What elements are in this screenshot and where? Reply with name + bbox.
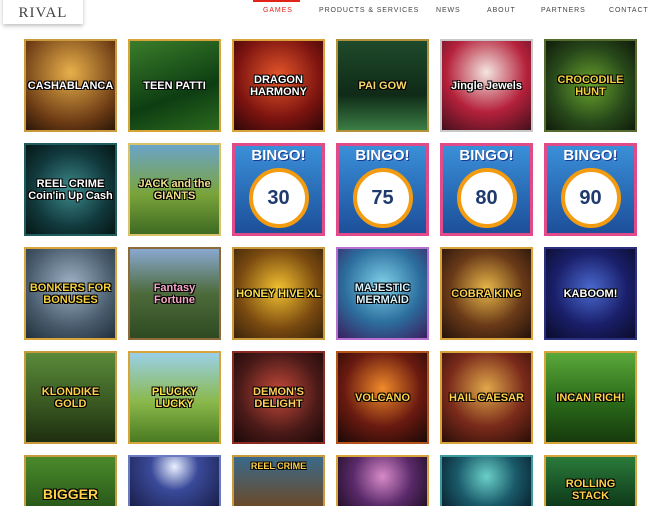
game-tile-row5-2[interactable]: [128, 455, 221, 506]
game-tile-majestic-mermaid[interactable]: MAJESTIC MERMAID: [336, 247, 429, 340]
bingo-title: BINGO!: [251, 147, 306, 164]
game-title: INCAN RICH!: [556, 391, 625, 404]
game-tile-bingo-90[interactable]: BINGO! 90: [544, 143, 637, 236]
game-tile-bingo-30[interactable]: BINGO! 30: [232, 143, 325, 236]
game-title: BONKERS FOR BONUSES: [29, 281, 112, 306]
game-title: ROLLING STACK: [565, 478, 616, 502]
game-tile-cobra-king[interactable]: COBRA KING: [440, 247, 533, 340]
bingo-title: BINGO!: [355, 147, 410, 164]
bingo-number: 75: [371, 186, 394, 209]
bingo-ball: 80: [456, 168, 517, 228]
game-title: [485, 480, 489, 484]
game-tile-kaboom[interactable]: KABOOM!: [544, 247, 637, 340]
game-title: PAI GOW: [358, 79, 407, 92]
game-title: KLONDIKE GOLD: [41, 385, 100, 410]
game-title: Jingle Jewels: [451, 79, 522, 92]
game-title: VOLCANO: [355, 391, 410, 404]
game-title: DRAGON HARMONY: [250, 73, 307, 98]
game-title: CROCODILE HUNT: [557, 73, 624, 98]
game-title: Fantasy Fortune: [153, 281, 196, 306]
game-title: [381, 480, 385, 484]
bingo-ball: 90: [560, 168, 621, 228]
game-title: JACK and the GIANTS: [138, 177, 211, 202]
game-title: HAIL CAESAR: [449, 391, 524, 404]
bingo-number: 30: [267, 186, 290, 209]
game-title: [173, 480, 177, 484]
game-tile-reel-crime[interactable]: REEL CRIME: [232, 455, 325, 506]
game-title: REEL CRIME Coin'in Up Cash: [28, 177, 113, 202]
game-tile-bingo-75[interactable]: BINGO! 75: [336, 143, 429, 236]
game-tile-bingo-80[interactable]: BINGO! 80: [440, 143, 533, 236]
game-title: PLUCKY LUCKY: [151, 385, 198, 410]
game-title: REEL CRIME: [250, 461, 307, 471]
game-tile-fantasy-fortune[interactable]: Fantasy Fortune: [128, 247, 221, 340]
game-tile-reel-crime-coinin-up-cash[interactable]: REEL CRIME Coin'in Up Cash: [24, 143, 117, 236]
game-title: MAJESTIC MERMAID: [354, 281, 411, 306]
game-tile-cashablanca[interactable]: CASHABLANCA: [24, 39, 117, 132]
bingo-number: 90: [579, 186, 602, 209]
game-tile-bonkers-for-bonuses[interactable]: BONKERS FOR BONUSES: [24, 247, 117, 340]
game-tile-row5-4[interactable]: [336, 455, 429, 506]
bingo-title: BINGO!: [563, 147, 618, 164]
game-tile-dragon-harmony[interactable]: DRAGON HARMONY: [232, 39, 325, 132]
game-tile-demons-delight[interactable]: DEMON'S DELIGHT: [232, 351, 325, 444]
game-title: COBRA KING: [451, 287, 522, 300]
game-tile-klondike-gold[interactable]: KLONDIKE GOLD: [24, 351, 117, 444]
game-tile-crocodile-hunt[interactable]: CROCODILE HUNT: [544, 39, 637, 132]
bingo-title: BINGO!: [459, 147, 514, 164]
game-tile-volcano[interactable]: VOLCANO: [336, 351, 429, 444]
game-tile-row5-5[interactable]: [440, 455, 533, 506]
game-tile-bigger[interactable]: BIGGER: [24, 455, 117, 506]
game-tile-pai-gow[interactable]: PAI GOW: [336, 39, 429, 132]
game-title: BIGGER: [42, 486, 99, 502]
game-tile-incan-rich[interactable]: INCAN RICH!: [544, 351, 637, 444]
game-tile-rolling-stack[interactable]: ROLLING STACK: [544, 455, 637, 506]
game-title: CASHABLANCA: [27, 79, 114, 92]
game-tile-honey-hive-xl[interactable]: HONEY HIVE XL: [232, 247, 325, 340]
bingo-ball: 75: [352, 168, 413, 228]
game-title: KABOOM!: [563, 287, 618, 300]
bingo-number: 80: [475, 186, 498, 209]
game-tile-teen-patti[interactable]: TEEN PATTI: [128, 39, 221, 132]
games-grid: CASHABLANCA TEEN PATTI DRAGON HARMONY PA…: [0, 0, 650, 506]
game-tile-jack-and-the-giants[interactable]: JACK and the GIANTS: [128, 143, 221, 236]
game-tile-hail-caesar[interactable]: HAIL CAESAR: [440, 351, 533, 444]
game-tile-plucky-lucky[interactable]: PLUCKY LUCKY: [128, 351, 221, 444]
game-title: TEEN PATTI: [143, 79, 206, 92]
game-title: HONEY HIVE XL: [236, 287, 321, 300]
bingo-ball: 30: [248, 168, 309, 228]
game-tile-jingle-jewels[interactable]: Jingle Jewels: [440, 39, 533, 132]
game-title: DEMON'S DELIGHT: [253, 385, 304, 410]
